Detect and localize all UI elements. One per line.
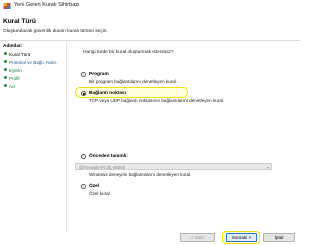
predefined-value: @FirewallAPI.dll,-80200 <box>79 164 126 170</box>
step-rule-type[interactable]: Kural Türü <box>4 52 30 57</box>
option-description: Bir program bağlantılarını denetleyen ku… <box>89 79 178 84</box>
step-bullet-icon <box>4 76 7 79</box>
option-description: Windows deneyimi bağlantılarını denetley… <box>89 172 192 177</box>
option-description: TCP veya UDP bağlantı noktasının bağlant… <box>89 98 225 103</box>
predefined-select[interactable]: @FirewallAPI.dll,-80200 ▾ <box>75 163 272 170</box>
predefined-radio[interactable] <box>81 154 86 159</box>
step-label: Eylem <box>9 68 22 73</box>
port-radio[interactable] <box>81 91 86 96</box>
back-button[interactable]: < Geri <box>180 233 215 242</box>
step-label: Profil <box>9 76 20 81</box>
step-bullet-icon <box>4 68 7 71</box>
step-bullet-icon <box>4 60 7 63</box>
main-panel: Hangi türde bir kural oluşturmak istersi… <box>67 42 300 245</box>
steps-heading: Adımlar: <box>3 44 23 49</box>
step-action[interactable]: Eylem <box>4 68 22 73</box>
rule-type-question: Hangi türde bir kural oluşturmak istersi… <box>83 50 174 55</box>
step-label: Kural Türü <box>9 52 31 57</box>
next-button[interactable]: Sonraki > <box>226 233 257 242</box>
option-description: Özel kural <box>89 191 110 196</box>
step-protocol-ports[interactable]: Protokol ve Bağlı. Nokt. <box>4 60 57 65</box>
custom-radio[interactable] <box>81 184 86 189</box>
window-title: Yeni Gelen Kuralı Sihirbazı <box>14 2 80 8</box>
option-title: Bağlantı noktası <box>89 90 127 96</box>
step-label: Ad <box>9 84 15 89</box>
step-label: Protokol ve Bağlı. Nokt. <box>9 60 58 65</box>
step-profile[interactable]: Profil <box>4 76 19 81</box>
firewall-shield-icon <box>3 3 11 9</box>
chevron-down-icon: ▾ <box>266 164 269 170</box>
option-title: Özel <box>89 183 100 189</box>
step-bullet-icon <box>4 52 7 55</box>
cancel-button[interactable]: İptal <box>263 233 295 242</box>
title-bar: Yeni Gelen Kuralı Sihirbazı <box>0 0 300 12</box>
option-title: Önceden tanımlı: <box>89 153 128 159</box>
steps-sidebar: Adımlar: Kural Türü Protokol ve Bağlı. N… <box>0 42 66 245</box>
page-subtitle: Oluşturulacak güvenlik duvarı kuralı tür… <box>3 29 108 34</box>
step-bullet-icon <box>4 84 7 87</box>
program-radio[interactable] <box>81 72 86 77</box>
page-title: Kural Türü <box>3 18 36 25</box>
wizard-header: Kural Türü Oluşturulacak güvenlik duvarı… <box>0 12 300 41</box>
step-name[interactable]: Ad <box>4 84 15 89</box>
option-title: Program <box>89 71 109 77</box>
